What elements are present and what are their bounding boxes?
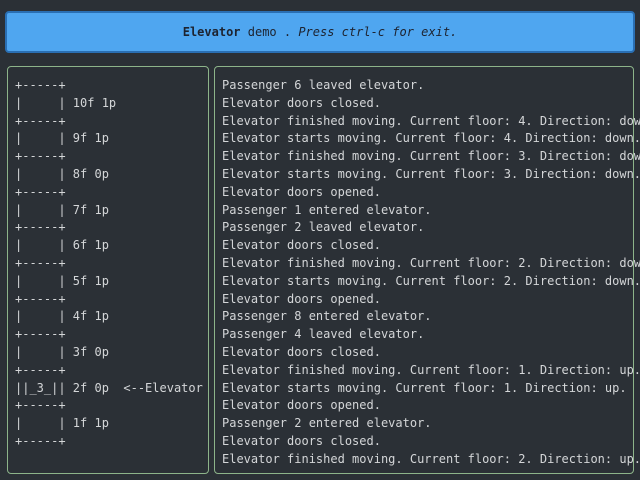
log-entry: Elevator doors opened. [222,184,381,199]
floor-row: +-----+ [15,184,66,199]
floor-row: | | 9f 1p [15,131,109,146]
log-entry: Elevator starts moving. Current floor: 1… [222,380,627,395]
log-entry: Passenger 6 leaved elevator. [222,78,425,92]
log-entry: Elevator doors opened. [222,291,381,306]
log-entry: Elevator finished moving. Current floor:… [222,149,640,164]
app-title: Elevator [182,25,241,39]
event-log-panel: Passenger 6 leaved elevator. Elevator doo… [214,66,640,474]
header-separator: . [276,25,299,39]
log-entry: Elevator starts moving. Current floor: 3… [222,166,640,181]
app-subtitle: demo [240,25,277,39]
floor-row: +-----+ [15,255,66,270]
floor-row: +-----+ [15,327,66,342]
log-entry: Elevator finished moving. Current floor:… [222,113,640,128]
log-entry: Elevator doors opened. [222,398,381,413]
log-entry: Passenger 1 entered elevator. [222,202,432,217]
log-entry: Passenger 2 leaved elevator. [222,220,425,235]
floor-row: | | 1f 1p [15,416,109,431]
floor-row: | | 4f 1p [15,309,109,324]
log-entry: Passenger 4 leaved elevator. [222,327,425,342]
floor-row: +-----+ [15,362,66,377]
log-entry: Elevator starts moving. Current floor: 4… [222,131,640,146]
log-entry: Elevator doors closed. [222,238,381,253]
log-entry: Passenger 8 entered elevator. [222,309,432,324]
exit-hint: Press ctrl-c for exit. [298,25,458,39]
floor-row: | | 6f 1p [15,238,109,253]
floor-row: ||_3_|| 2f 0p <--Elevator [15,380,203,395]
floor-row: +-----+ [15,398,66,413]
log-entry: Elevator finished moving. Current floor:… [222,362,640,377]
header-banner: Elevator demo . Press ctrl-c for exit. [5,11,635,53]
log-entry: Elevator doors closed. [222,95,381,110]
log-entry: Elevator starts moving. Current floor: 2… [222,273,640,288]
log-entry: Elevator doors closed. [222,344,381,359]
log-entry: Elevator finished moving. Current floor:… [222,255,640,270]
floor-row: +-----+ [15,113,66,128]
floor-row: +-----+ [15,291,66,306]
floor-row: +-----+ [15,433,66,448]
floor-list: +-----+ | | 10f 1p +-----+ | | 9f 1p +-----+… [15,77,203,451]
floor-row: | | 10f 1p [15,95,117,110]
event-log: Passenger 6 leaved elevator. Elevator doo… [222,77,640,469]
floor-row: +-----+ [15,78,66,92]
floor-row: | | 7f 1p [15,202,109,217]
log-entry: Passenger 2 entered elevator. [222,416,432,431]
floor-row: | | 5f 1p [15,273,109,288]
floor-row: | | 8f 0p [15,166,109,181]
terminal-window: Elevator demo . Press ctrl-c for exit. +… [0,0,640,480]
log-entry: Elevator finished moving. Current floor:… [222,451,640,466]
log-entry: Elevator doors closed. [222,433,381,448]
floor-row: +-----+ [15,220,66,235]
floor-row: +-----+ [15,149,66,164]
building-panel: +-----+ | | 10f 1p +-----+ | | 9f 1p +-----+… [7,66,209,474]
floor-row: | | 3f 0p [15,344,109,359]
